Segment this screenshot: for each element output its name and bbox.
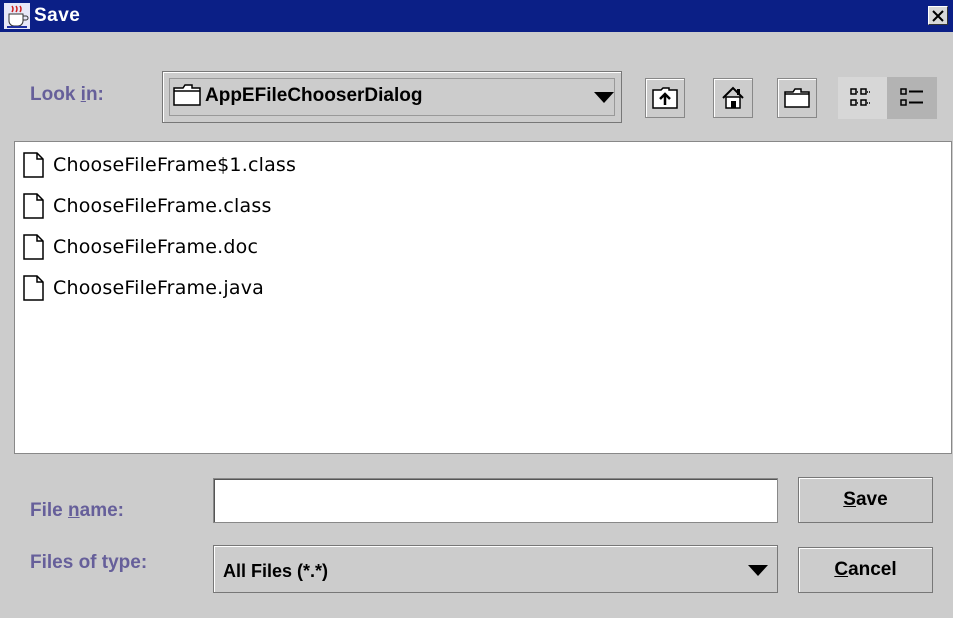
file-name-label: File name: — [30, 500, 124, 522]
list-view-icon — [850, 88, 870, 106]
close-button[interactable] — [928, 6, 948, 25]
file-name: ChooseFileFrame$1.class — [53, 154, 297, 176]
save-label: ave — [855, 489, 888, 510]
files-of-type-combo[interactable]: All Files (*.*) — [213, 545, 778, 593]
cancel-mnemonic: C — [834, 559, 849, 580]
window-title: Save — [34, 5, 81, 26]
save-mnemonic: S — [843, 489, 856, 510]
look-in-label: Look in: — [30, 84, 104, 106]
list-view-button[interactable] — [838, 77, 886, 119]
file-list-item[interactable]: ChooseFileFrame.java — [23, 273, 264, 303]
details-view-icon — [900, 88, 923, 106]
file-list-item[interactable]: ChooseFileFrame.doc — [23, 232, 258, 262]
details-view-button[interactable] — [887, 77, 937, 119]
title-bar[interactable]: Save — [0, 0, 953, 32]
file-icon — [23, 275, 44, 301]
file-name-label-text: File — [30, 500, 69, 521]
new-folder-button[interactable] — [777, 78, 817, 118]
chevron-down-icon[interactable] — [748, 565, 768, 576]
file-list[interactable]: ChooseFileFrame$1.class ChooseFileFrame.… — [14, 141, 952, 454]
file-name: ChooseFileFrame.doc — [53, 236, 259, 258]
up-folder-icon — [652, 87, 678, 109]
home-icon — [722, 86, 744, 109]
file-name-mnemonic: n — [68, 500, 80, 521]
chevron-down-icon[interactable] — [594, 92, 614, 103]
file-name-label-suffix: ame: — [79, 500, 124, 521]
files-of-type-value: All Files (*.*) — [223, 561, 329, 581]
file-list-item[interactable]: ChooseFileFrame.class — [23, 191, 272, 221]
look-in-label-suffix: n: — [85, 84, 104, 105]
cancel-label: ancel — [848, 559, 897, 580]
save-button[interactable]: Save — [798, 477, 933, 523]
file-icon — [23, 152, 44, 178]
java-cup-icon — [4, 3, 30, 29]
look-in-label-text: Look — [30, 84, 81, 105]
file-icon — [23, 234, 44, 260]
up-one-level-button[interactable] — [645, 78, 685, 118]
cancel-button[interactable]: Cancel — [798, 547, 933, 593]
folder-icon — [173, 84, 201, 106]
file-list-item[interactable]: ChooseFileFrame$1.class — [23, 150, 296, 180]
close-icon — [932, 9, 944, 22]
look-in-value: AppEFileChooserDialog — [205, 85, 423, 106]
save-dialog: Save Look in: AppEFileChooserDialog Choo… — [0, 0, 953, 618]
file-name: ChooseFileFrame.java — [53, 277, 264, 299]
files-of-type-label: Files of type: — [30, 552, 148, 573]
new-folder-icon — [784, 88, 810, 108]
file-icon — [23, 193, 44, 219]
home-button[interactable] — [713, 78, 753, 118]
look-in-combo[interactable]: AppEFileChooserDialog — [162, 71, 622, 123]
file-name: ChooseFileFrame.class — [53, 195, 272, 217]
file-name-input[interactable] — [213, 478, 778, 523]
